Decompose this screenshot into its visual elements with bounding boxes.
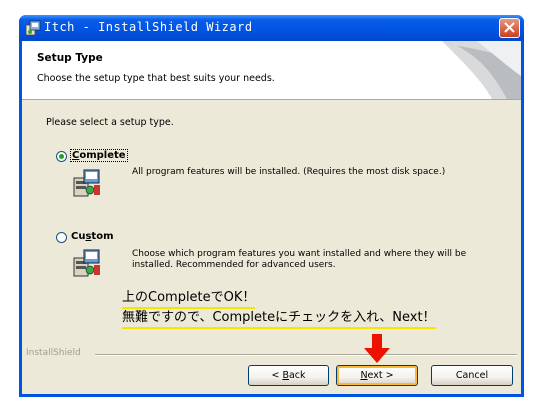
annotation-note: 上のCompleteでOK！ 無難ですので、Completeにチェックを入れ、N…: [122, 289, 436, 329]
divider-line: [95, 354, 517, 356]
cancel-button[interactable]: Cancel: [431, 365, 513, 386]
page-title: Setup Type: [37, 52, 103, 64]
back-button[interactable]: < Back: [248, 365, 329, 386]
back-prefix: <: [271, 370, 283, 381]
installshield-brand: InstallShield: [26, 348, 81, 358]
next-button[interactable]: Next >: [336, 365, 418, 386]
install-package-icon: [73, 169, 100, 197]
installshield-divider: InstallShield: [22, 348, 521, 360]
page-subtitle: Choose the setup type that best suits yo…: [37, 73, 275, 84]
red-arrow-down-icon: [364, 334, 390, 363]
complete-radio[interactable]: [56, 151, 67, 162]
close-icon: [504, 22, 515, 33]
custom-description: Choose which program features you want i…: [132, 249, 467, 270]
custom-label-text: tom: [91, 231, 114, 242]
custom-label-pre: Cu: [71, 231, 86, 242]
custom-radio[interactable]: [56, 232, 67, 243]
annotation-line-1: 上のCompleteでOK！: [122, 289, 256, 309]
radio-selected-dot: [59, 154, 64, 159]
installer-window: Itch - InstallShield Wizard Setup Type C…: [19, 15, 524, 397]
select-setup-prompt: Please select a setup type.: [46, 117, 174, 128]
close-button[interactable]: [499, 18, 520, 38]
cancel-label: Cancel: [455, 370, 489, 381]
next-label: ext >: [367, 370, 394, 381]
custom-label[interactable]: Custom: [71, 231, 114, 242]
window-title: Itch - InstallShield Wizard: [44, 20, 253, 34]
install-package-icon: [73, 249, 100, 277]
title-bar[interactable]: Itch - InstallShield Wizard: [19, 15, 524, 41]
complete-description: All program features will be installed. …: [132, 167, 446, 177]
dialog-header: Setup Type Choose the setup type that be…: [22, 41, 521, 100]
complete-label-text: omplete: [79, 150, 126, 161]
annotation-line-2: 無難ですので、Completeにチェックを入れ、Next！: [122, 309, 436, 329]
installer-app-icon: [25, 20, 41, 36]
next-mnemonic: N: [360, 370, 368, 381]
dialog-body: Setup Type Choose the setup type that be…: [22, 41, 521, 394]
header-banner-graphic: [442, 41, 521, 99]
back-label: ack: [288, 370, 306, 381]
complete-label[interactable]: Complete: [70, 149, 128, 162]
